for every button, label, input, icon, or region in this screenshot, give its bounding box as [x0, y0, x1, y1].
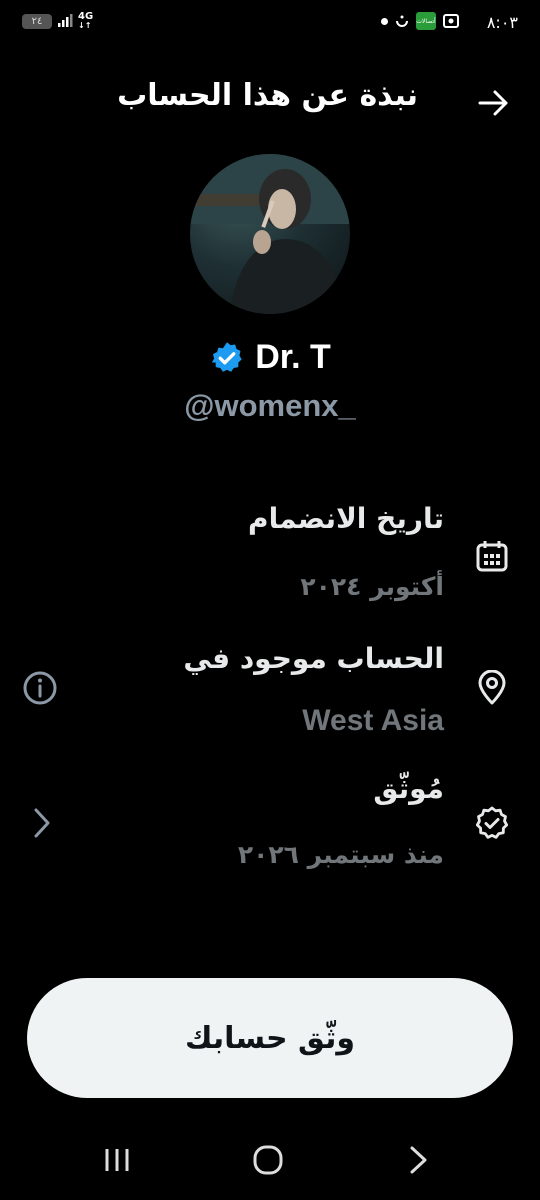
avatar-image	[190, 154, 350, 314]
network-type: 4G ↓↑	[78, 11, 94, 31]
joined-value: أكتوبر ٢٠٢٤	[300, 572, 444, 601]
recents-button[interactable]	[95, 1138, 139, 1182]
status-time: ٨:٠٣	[486, 13, 518, 32]
location-pin-icon	[478, 670, 506, 705]
location-label: الحساب موجود في	[183, 642, 444, 675]
arrow-right-icon[interactable]	[476, 86, 510, 120]
verified-value: منذ سبتمبر ٢٠٢٦	[237, 840, 444, 869]
verified-badge-icon[interactable]	[209, 340, 245, 376]
screenshot-icon	[443, 14, 459, 28]
chevron-right-icon[interactable]	[30, 806, 54, 840]
home-icon	[253, 1145, 283, 1175]
profile-handle: @womenx_	[184, 388, 356, 423]
notification-dot	[381, 17, 388, 25]
signal-icon	[58, 14, 73, 27]
avatar[interactable]	[190, 154, 350, 314]
home-button[interactable]	[246, 1138, 290, 1182]
verified-check-icon	[475, 806, 509, 839]
name-row: Dr. T	[0, 338, 540, 377]
battery-icon: ٢٤	[22, 13, 52, 29]
verify-account-button[interactable]: وثّق حسابك	[27, 978, 513, 1098]
display-name: Dr. T	[255, 338, 331, 376]
carrier-badge-icon: أتصالات	[416, 12, 436, 30]
joined-label: تاريخ الانضمام	[248, 502, 444, 535]
status-icons: أتصالات	[381, 12, 460, 30]
back-icon	[410, 1146, 427, 1174]
location-value: West Asia	[302, 704, 444, 737]
verify-account-label: وثّق حسابك	[184, 1020, 355, 1056]
status-left: ٢٤ 4G ↓↑	[22, 12, 93, 30]
info-icon[interactable]	[22, 670, 58, 706]
recents-icon	[105, 1149, 129, 1171]
back-button[interactable]	[396, 1138, 440, 1182]
app-notification-icon	[396, 15, 408, 27]
calendar-icon	[476, 541, 508, 572]
verified-label: مُوثّق	[373, 772, 444, 805]
page-title: نبذة عن هذا الحساب	[117, 78, 418, 113]
carrier-badge-label: أتصالات	[416, 17, 436, 25]
